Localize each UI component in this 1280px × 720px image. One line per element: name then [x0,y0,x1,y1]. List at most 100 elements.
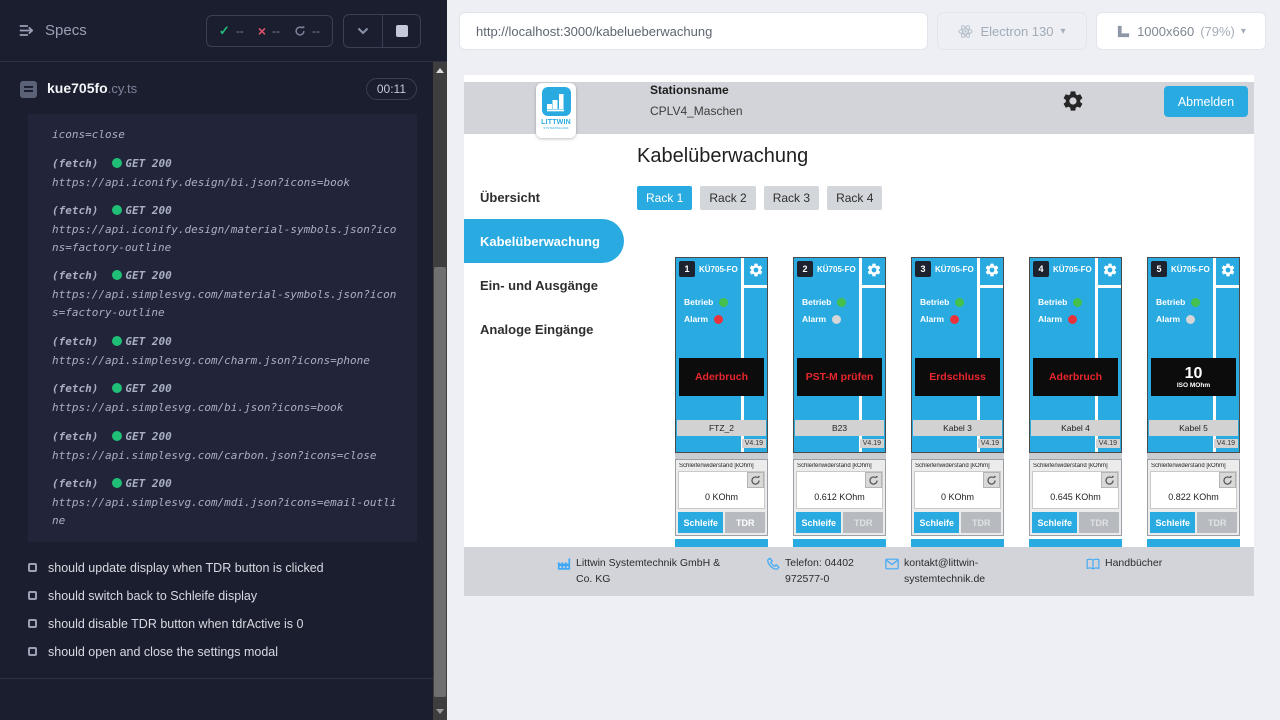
scrollbar-track[interactable] [433,62,447,720]
rack-tab-rack-1[interactable]: Rack 1 [637,186,692,210]
measurement-label: Schleifenwiderstand [kOhm] [797,463,883,469]
nav-item-kabel-berwachung[interactable]: Kabelüberwachung [464,219,624,263]
alarm-led [714,315,723,324]
card-top-panel: 4KÜ705-FOBetriebAlarmAderbruchKabel 4V4.… [1029,257,1122,453]
refresh-button[interactable] [1219,472,1236,488]
device-cards: 1KÜ705-FOBetriebAlarmAderbruchFTZ_2V4.19… [675,257,1254,559]
littwin-logo: LITTWIN SYSTEMTECHNIK [536,83,576,138]
screen: Specs ✓-- ×-- -- kue705fo.cy.ts 00:11 ic… [0,0,1280,720]
refresh-button[interactable] [983,472,1000,488]
logout-button[interactable]: Abmelden [1164,86,1248,117]
browser-selector[interactable]: Electron 130 ▾ [937,12,1087,50]
schleife-button[interactable]: Schleife [1032,512,1077,533]
card-settings-gear-icon[interactable] [1220,262,1236,278]
footer-item[interactable]: Handbücher [1086,556,1162,596]
fetch-label: (fetch) [52,477,98,490]
card-top-panel: 5KÜ705-FOBetriebAlarm10ISO MOhmKabel 5V4… [1147,257,1240,453]
display-mode-buttons: SchleifeTDR [914,512,1001,533]
card-top-panel: 3KÜ705-FOBetriebAlarmErdschlussKabel 3V4… [911,257,1004,453]
success-dot-icon [112,431,122,441]
stop-button[interactable] [382,15,420,47]
collapse-button[interactable] [344,15,382,47]
refresh-button[interactable] [747,472,764,488]
browser-pane: http://localhost:3000/kabelueberwachung … [447,0,1280,720]
firmware-version: V4.19 [1214,439,1238,448]
x-icon: × [258,26,266,36]
test-title: should open and close the settings modal [48,645,278,659]
status-display: 10ISO MOhm [1151,358,1236,396]
log-entry: (fetch)GET 200https://api.iconify.design… [52,157,407,192]
pending-test-icon [28,563,37,572]
device-model-label: KÜ705-FO [1053,265,1092,274]
tdr-button: TDR [1197,512,1237,533]
nav-item-ein-und-ausg-nge[interactable]: Ein- und Ausgänge [464,263,624,307]
test-item[interactable]: should disable TDR button when tdrActive… [28,610,433,638]
card-settings-gear-icon[interactable] [984,262,1000,278]
measurement-panel: Schleifenwiderstand [kOhm]0 KOhmSchleife… [675,459,768,536]
firmware-version: V4.19 [1096,439,1120,448]
station-label: Stationsname [650,83,743,97]
spec-row[interactable]: kue705fo.cy.ts 00:11 [0,62,433,110]
scroll-down-arrow[interactable] [436,709,444,714]
card-divider [744,285,767,288]
specs-menu[interactable]: Specs [18,22,87,39]
status-message: Aderbruch [695,371,748,383]
test-item[interactable]: should open and close the settings modal [28,638,433,666]
test-list: should update display when TDR button is… [0,554,433,679]
app-under-test: LITTWIN SYSTEMTECHNIK Stationsname CPLV4… [464,75,1254,596]
status-display: Erdschluss [915,358,1000,396]
rack-tab-rack-2[interactable]: Rack 2 [700,186,755,210]
url-input[interactable]: http://localhost:3000/kabelueberwachung [459,12,928,50]
fetch-label: (fetch) [52,157,98,170]
request-url: https://api.iconify.design/material-symb… [52,221,407,256]
card-top-panel: 1KÜ705-FOBetriebAlarmAderbruchFTZ_2V4.19 [675,257,768,453]
email-icon [885,557,899,571]
station-name: CPLV4_Maschen [650,104,743,118]
status-message: PST-M prüfen [806,371,874,383]
card-settings-gear-icon[interactable] [748,262,764,278]
tdr-button[interactable]: TDR [725,512,765,533]
chevron-down-icon: ▾ [1241,26,1246,37]
success-dot-icon [112,478,122,488]
firmware-version: V4.19 [742,439,766,448]
spec-duration: 00:11 [366,78,417,100]
footer-item: kontakt@littwin-systemtechnik.de [885,556,1010,596]
refresh-button[interactable] [1101,472,1118,488]
refresh-button[interactable] [865,472,882,488]
card-top-panel: 2KÜ705-FOBetriebAlarmPST-M prüfenB23V4.1… [793,257,886,453]
card-settings-gear-icon[interactable] [866,262,882,278]
alarm-led-row: Alarm [1156,314,1195,324]
rack-tab-rack-4[interactable]: Rack 4 [827,186,882,210]
footer-item-text: Telefon: 04402 972577-0 [785,556,884,596]
settings-gear-icon[interactable] [1061,89,1085,113]
rack-tab-rack-3[interactable]: Rack 3 [764,186,819,210]
specs-list-icon [18,23,36,38]
alarm-label: Alarm [920,314,944,324]
display-mode-buttons: SchleifeTDR [678,512,765,533]
request-url: icons=close [52,126,407,144]
nav-item-analoge-eing-nge[interactable]: Analoge Eingänge [464,307,624,351]
fetch-label: (fetch) [52,269,98,282]
app-main: Kabelüberwachung Rack 1Rack 2Rack 3Rack … [637,145,1254,559]
viewport-selector[interactable]: 1000x660 (79%) ▾ [1096,12,1266,50]
schleife-button[interactable]: Schleife [678,512,723,533]
schleife-button[interactable]: Schleife [796,512,841,533]
betrieb-label: Betrieb [1156,297,1185,307]
refresh-icon [868,475,879,486]
scroll-up-arrow[interactable] [436,68,444,73]
footer-item: Telefon: 04402 972577-0 [766,556,884,596]
test-item[interactable]: should update display when TDR button is… [28,554,433,582]
request-status: GET 200 [112,204,171,217]
test-item[interactable]: should switch back to Schleife display [28,582,433,610]
reporter-scrollbar [433,0,447,720]
device-model-label: KÜ705-FO [817,265,856,274]
schleife-button[interactable]: Schleife [1150,512,1195,533]
card-settings-gear-icon[interactable] [1102,262,1118,278]
scrollbar-thumb[interactable] [434,267,446,697]
schleife-button[interactable]: Schleife [914,512,959,533]
nav-item--bersicht[interactable]: Übersicht [464,175,624,219]
alarm-label: Alarm [1038,314,1062,324]
app-footer: Littwin Systemtechnik GmbH & Co. KGTelef… [464,547,1254,596]
success-dot-icon [112,158,122,168]
pending-test-icon [28,591,37,600]
